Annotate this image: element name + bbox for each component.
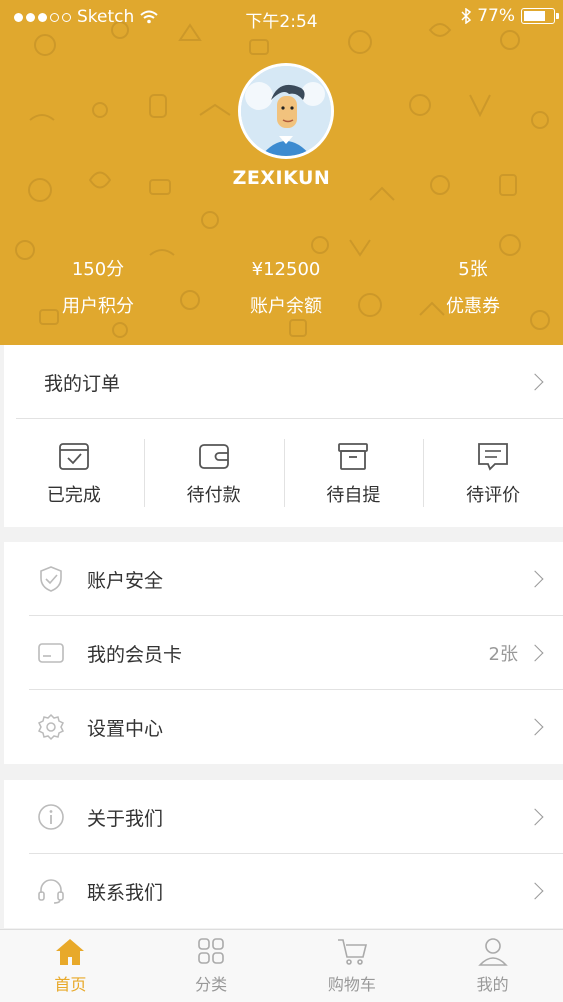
stat-points[interactable]: 150分 用户积分 <box>23 258 173 318</box>
bottom-tab-bar: 首页 分类 购物车 我的 <box>0 929 563 1002</box>
gear-icon <box>37 713 65 741</box>
stat-value: 150分 <box>71 259 125 280</box>
menu-item-membership-card[interactable]: 我的会员卡 2张 <box>4 616 563 690</box>
chevron-right-icon <box>526 644 544 662</box>
stat-balance[interactable]: ¥12500 账户余额 <box>211 258 361 318</box>
chevron-right-icon <box>526 882 544 900</box>
check-box-icon <box>58 443 89 470</box>
stat-label: 优惠券 <box>446 296 500 317</box>
grid-icon <box>198 938 224 964</box>
chevron-right-icon <box>526 718 544 736</box>
stat-value: ¥12500 <box>251 259 321 280</box>
tab-label: 首页 <box>54 975 87 994</box>
tab-label: 分类 <box>195 975 228 994</box>
stat-label: 用户积分 <box>62 296 134 317</box>
menu-item-label: 我的会员卡 <box>87 643 183 666</box>
order-completed-button[interactable]: 已完成 <box>4 419 144 527</box>
order-status-label: 待付款 <box>186 485 241 506</box>
card-icon <box>38 643 64 663</box>
menu-item-label: 联系我们 <box>87 881 164 904</box>
order-pickup-button[interactable]: 待自提 <box>283 419 424 527</box>
chevron-right-icon <box>526 808 544 826</box>
tab-cart[interactable]: 购物车 <box>282 930 423 1002</box>
order-status-label: 已完成 <box>46 485 101 506</box>
membership-card-count: 2张 <box>488 644 518 665</box>
my-orders-row[interactable]: 我的订单 <box>4 345 563 419</box>
account-menu-card: 账户安全 我的会员卡 2张 设置中心 <box>4 542 563 764</box>
tab-label: 我的 <box>476 975 509 994</box>
comment-icon <box>478 443 509 471</box>
menu-item-contact[interactable]: 联系我们 <box>4 854 563 928</box>
battery-icon <box>521 8 559 24</box>
home-icon <box>56 939 85 965</box>
chevron-right-icon <box>526 570 544 588</box>
headset-icon <box>38 879 64 904</box>
profile-header: Sketch 下午2:54 77% ZEXIKUN 150分 用户积分 ¥125… <box>0 0 563 345</box>
tab-mine[interactable]: 我的 <box>422 930 563 1002</box>
order-status-label: 待评价 <box>466 485 521 506</box>
menu-item-settings[interactable]: 设置中心 <box>4 690 563 764</box>
status-bar: Sketch 下午2:54 77% <box>0 0 563 36</box>
menu-item-label: 设置中心 <box>87 717 164 740</box>
username: ZEXIKUN <box>232 167 331 189</box>
tab-category[interactable]: 分类 <box>141 930 282 1002</box>
wallet-icon <box>198 444 229 469</box>
stat-value: 5张 <box>458 259 488 280</box>
my-orders-label: 我的订单 <box>44 372 121 395</box>
chevron-right-icon <box>526 373 544 391</box>
tab-home[interactable]: 首页 <box>0 930 141 1002</box>
order-pending-payment-button[interactable]: 待付款 <box>143 419 284 527</box>
menu-item-label: 账户安全 <box>87 569 164 592</box>
orders-card: 我的订单 已完成 待付款 待自提 待评价 <box>4 345 563 527</box>
order-review-button[interactable]: 待评价 <box>423 419 563 527</box>
box-icon <box>338 443 369 470</box>
order-status-label: 待自提 <box>326 485 381 506</box>
menu-item-security[interactable]: 账户安全 <box>4 542 563 616</box>
cart-icon <box>337 939 367 965</box>
stat-coupons[interactable]: 5张 优惠券 <box>398 258 548 318</box>
menu-item-about[interactable]: 关于我们 <box>4 780 563 854</box>
stat-label: 账户余额 <box>250 296 322 317</box>
tab-label: 购物车 <box>327 975 376 994</box>
info-icon <box>38 804 64 830</box>
order-status-row: 已完成 待付款 待自提 待评价 <box>4 419 563 527</box>
shield-icon <box>40 566 62 592</box>
about-menu-card: 关于我们 联系我们 <box>4 780 563 928</box>
avatar[interactable] <box>238 63 334 159</box>
bluetooth-icon <box>461 8 472 24</box>
user-icon <box>477 938 508 966</box>
menu-item-label: 关于我们 <box>87 807 164 830</box>
battery-percent: 77% <box>477 6 515 26</box>
